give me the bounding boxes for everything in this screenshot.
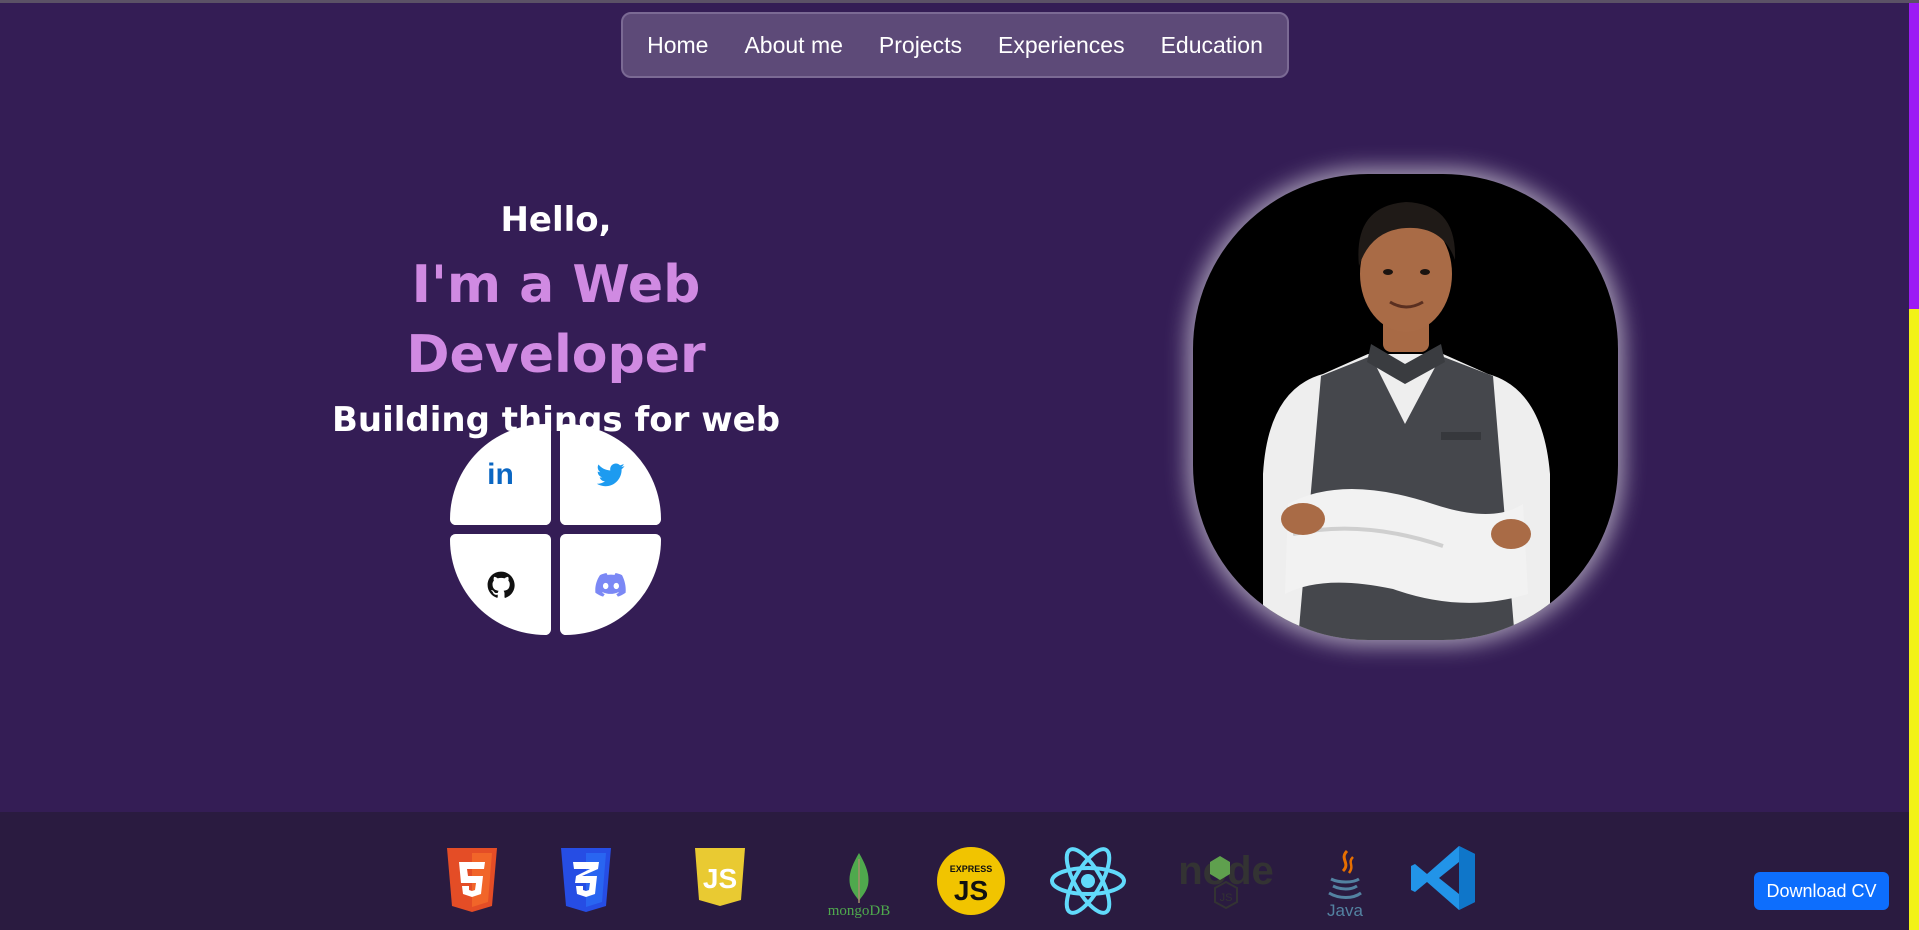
linkedin-link[interactable]: in — [450, 424, 551, 525]
javascript-icon: JS — [695, 848, 745, 906]
svg-text:JS: JS — [1220, 892, 1233, 904]
github-icon — [487, 571, 515, 598]
discord-icon — [594, 572, 626, 597]
html5-logo — [443, 848, 501, 914]
java-icon — [1328, 849, 1362, 899]
vscode-logo — [1409, 844, 1477, 912]
css3-logo — [557, 848, 615, 914]
express-logo: EXPRESS JS — [936, 846, 1006, 916]
hero-role: I'm a Web Developer — [406, 255, 706, 385]
github-link[interactable] — [450, 534, 551, 635]
nav-about-me[interactable]: About me — [744, 32, 842, 59]
discord-link[interactable] — [560, 534, 661, 635]
nav-projects[interactable]: Projects — [879, 32, 962, 59]
nav-experiences[interactable]: Experiences — [998, 32, 1125, 59]
twitter-link[interactable] — [560, 424, 661, 525]
hero-greeting: Hello, — [500, 200, 612, 240]
nav-home[interactable]: Home — [647, 32, 708, 59]
svg-text:JS: JS — [703, 863, 737, 894]
css3-icon — [561, 848, 611, 912]
javascript-logo: JS — [691, 848, 749, 908]
page-scrollbar[interactable] — [1909, 3, 1919, 930]
express-icon: EXPRESS JS — [937, 847, 1005, 915]
linkedin-icon: in — [487, 457, 514, 491]
social-links: in — [450, 424, 662, 636]
download-cv-button[interactable]: Download CV — [1754, 872, 1889, 910]
nav-education[interactable]: Education — [1161, 32, 1263, 59]
profile-photo — [1193, 174, 1618, 640]
mongodb-icon — [849, 852, 869, 903]
main-nav: Home About me Projects Experiences Educa… — [621, 12, 1289, 78]
express-top-text: EXPRESS — [950, 864, 993, 874]
scrollbar-thumb[interactable] — [1909, 3, 1919, 309]
profile-photo-illustration — [1263, 202, 1550, 640]
nodejs-icon: node JS — [1178, 849, 1274, 910]
window-top-border — [0, 0, 1919, 3]
react-icon — [1050, 847, 1126, 915]
mongodb-logo: mongoDB — [820, 846, 898, 926]
express-main-text: JS — [954, 875, 988, 906]
java-logo: Java — [1322, 846, 1368, 924]
vscode-icon — [1411, 846, 1475, 910]
mongodb-label: mongoDB — [827, 902, 891, 919]
react-logo — [1049, 846, 1127, 916]
tech-stack-bar: JS mongoDB EXPRESS JS node — [0, 812, 1909, 930]
hero-section: Hello, I'm a Web Developer Building thin… — [256, 180, 856, 450]
nodejs-logo: node JS — [1168, 846, 1284, 916]
twitter-icon — [596, 462, 625, 486]
html5-icon — [447, 848, 497, 912]
java-label: Java — [1327, 901, 1363, 920]
